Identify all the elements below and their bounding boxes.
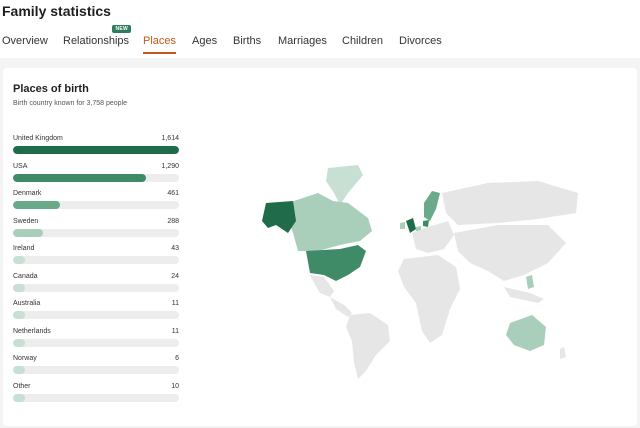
tab-bar: Overview Relationships NEW Places Ages Bi… [0,25,640,58]
bar-track [13,366,179,374]
bar-track [13,393,179,402]
page-title: Family statistics [2,3,111,19]
bar-fill [13,311,25,319]
bar-label: Norway [13,355,37,362]
tab-label: Births [233,35,262,47]
bar-value-label: 1,614 [161,135,179,142]
tab-label: Marriages [278,35,327,47]
bar-row-united-kingdom: United Kingdom 1,614 [13,135,179,163]
map-country-philippines[interactable] [526,275,534,289]
places-of-birth-card: Places of birth Birth country known for … [3,68,637,426]
bar-row-sweden: Sweden 288 [13,218,179,246]
map-region-europe[interactable] [412,221,454,253]
map-country-alaska[interactable] [262,201,296,233]
tab-places[interactable]: Places [143,35,177,54]
new-badge: NEW [112,25,132,33]
bar-label: United Kingdom [13,135,63,142]
bar-row-netherlands: Netherlands 11 [13,328,179,356]
bar-row-ireland: Ireland 43 [13,245,179,273]
tab-label: Relationships [63,35,130,47]
bar-label: USA [13,162,28,170]
bar-label: Denmark [13,190,42,197]
bar-fill [13,338,25,347]
bar-value-label: 288 [167,217,179,225]
bar-label: Sweden [13,217,39,225]
bar-value-label: 43 [171,245,179,252]
bar-track [13,256,179,264]
map-continent-africa[interactable] [398,255,460,343]
bar-row-usa: USA 1,290 [13,163,179,191]
bar-row-other: Other 10 [13,383,179,411]
header: Family statistics Overview Relationships… [0,0,640,58]
map-country-uk[interactable] [406,218,416,233]
bar-label: Netherlands [13,327,51,335]
active-tab-underline [143,52,177,54]
map-region-asia[interactable] [454,225,566,281]
tab-children[interactable]: Children [342,35,383,47]
bar-track [13,201,179,209]
world-map[interactable] [248,163,593,383]
bar-track [13,311,179,319]
bar-fill [13,201,60,209]
tab-relationships[interactable]: Relationships NEW [63,25,132,47]
bar-fill [13,146,179,154]
bar-label: Other [13,382,31,390]
bar-track [13,283,179,292]
map-continent-south-america[interactable] [346,313,390,379]
bar-track [13,146,179,154]
bar-fill [13,228,43,237]
bar-fill [13,366,25,374]
map-country-norway-sweden[interactable] [424,191,440,221]
bar-row-norway: Norway 6 [13,355,179,383]
tab-label: Children [342,35,383,47]
map-region-central-america[interactable] [330,297,352,317]
bar-fill [13,256,25,264]
bar-value-label: 24 [171,272,179,280]
bar-fill [13,393,25,402]
bar-track [13,338,179,347]
map-country-australia[interactable] [506,315,546,351]
tab-overview[interactable]: Overview [2,35,48,47]
map-country-denmark[interactable] [423,220,429,227]
tab-label: Divorces [399,35,442,47]
tab-divorces[interactable]: Divorces [399,35,442,47]
card-title: Places of birth [13,83,89,95]
tab-births[interactable]: Births [233,35,261,47]
bar-label: Canada [13,272,38,280]
bar-value-label: 6 [175,355,179,362]
tab-label: Places [143,35,177,47]
bar-value-label: 10 [171,382,179,390]
bar-fill [13,283,25,292]
map-country-canada[interactable] [288,193,372,251]
tab-marriages[interactable]: Marriages [278,35,327,47]
bar-value-label: 1,290 [161,162,179,170]
bar-row-denmark: Denmark 461 [13,190,179,218]
map-country-mexico[interactable] [310,275,334,297]
map-country-greenland[interactable] [326,165,363,205]
map-region-southeast-asia[interactable] [504,287,544,303]
bar-row-canada: Canada 24 [13,273,179,301]
bar-row-australia: Australia 11 [13,300,179,328]
bar-fill [13,173,146,182]
map-country-new-zealand[interactable] [560,347,566,359]
bar-value-label: 461 [167,190,179,197]
birth-country-bar-chart: United Kingdom 1,614 USA 1,290 Denmark 461 Swe… [13,135,179,410]
bar-label: Australia [13,300,41,307]
tab-label: Ages [192,35,218,47]
map-country-ireland[interactable] [400,222,405,229]
card-subtitle: Birth country known for 3,758 people [13,100,128,107]
tab-label: Overview [2,35,48,47]
bar-track [13,228,179,237]
map-country-russia[interactable] [442,181,578,225]
bar-value-label: 11 [171,300,179,307]
bar-track [13,173,179,182]
bar-label: Ireland [13,245,35,252]
bar-value-label: 11 [171,327,179,335]
tab-ages[interactable]: Ages [192,35,217,47]
